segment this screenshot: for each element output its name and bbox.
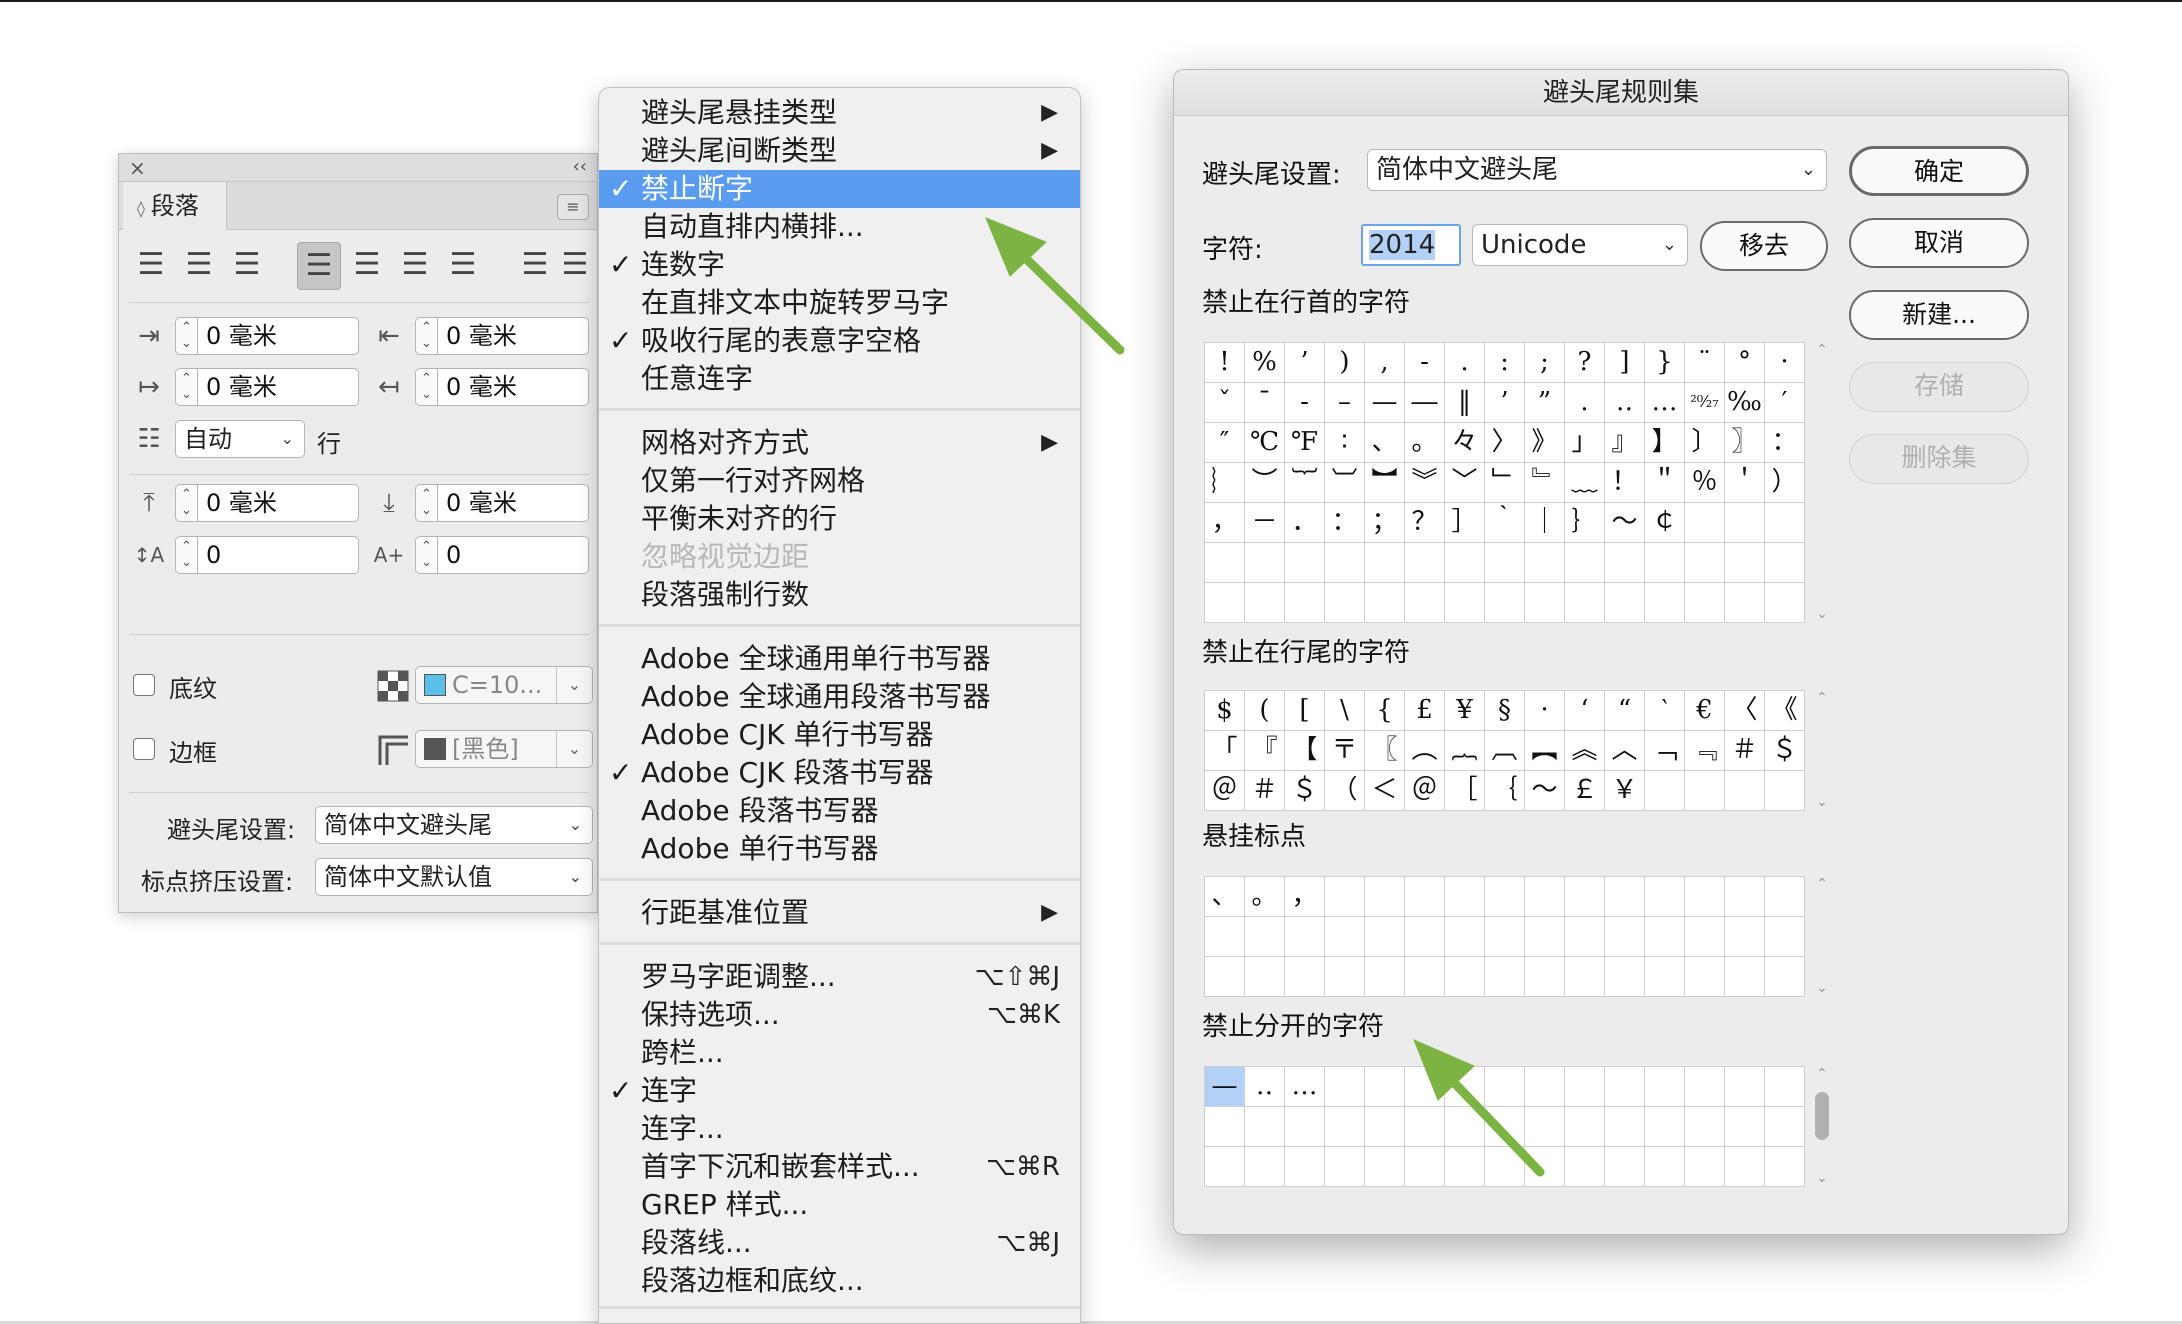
annotation-arrow-group bbox=[985, 217, 1545, 1177]
annotation-arrows bbox=[985, 217, 1545, 1177]
arrow-to-no-break bbox=[1007, 240, 1125, 355]
